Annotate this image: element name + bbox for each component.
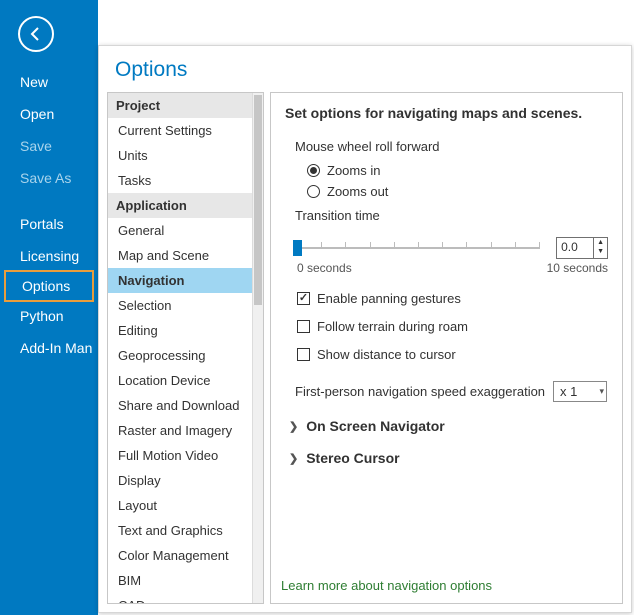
scrollbar-thumb[interactable] (254, 95, 262, 305)
checkbox-icon (297, 320, 310, 333)
tree-item-general[interactable]: General (108, 218, 252, 243)
tree-item-navigation[interactable]: Navigation (108, 268, 252, 293)
back-button[interactable] (18, 16, 54, 52)
nav-item-new[interactable]: New (0, 66, 98, 98)
tree-item-color-management[interactable]: Color Management (108, 543, 252, 568)
nav-item-save-as: Save As (0, 162, 98, 194)
nav-item-licensing[interactable]: Licensing (0, 240, 98, 272)
tree-item-raster-and-imagery[interactable]: Raster and Imagery (108, 418, 252, 443)
radio-zooms-out[interactable]: Zooms out (307, 184, 608, 199)
checkbox-label: Follow terrain during roam (317, 319, 468, 334)
nav-item-open[interactable]: Open (0, 98, 98, 130)
slider-thumb[interactable] (293, 240, 302, 256)
tree-item-text-and-graphics[interactable]: Text and Graphics (108, 518, 252, 543)
tree-item-bim[interactable]: BIM (108, 568, 252, 593)
fps-exaggeration-label: First-person navigation speed exaggerati… (295, 384, 545, 399)
expander-label: Stereo Cursor (306, 450, 399, 466)
radio-label: Zooms out (327, 184, 388, 199)
radio-icon (307, 164, 320, 177)
nav-item-python[interactable]: Python (0, 300, 98, 332)
slider-min-label: 0 seconds (297, 261, 352, 275)
chevron-right-icon: ❯ (289, 452, 298, 465)
numbox-value: 0.0 (557, 238, 593, 258)
content-heading: Set options for navigating maps and scen… (285, 105, 608, 121)
tree-item-cad[interactable]: CAD (108, 593, 252, 603)
slider-max-label: 10 seconds (547, 261, 608, 275)
category-tree: Project Current SettingsUnitsTasks Appli… (107, 92, 264, 604)
expander-stereo-cursor[interactable]: ❯ Stereo Cursor (289, 450, 608, 466)
tree-item-units[interactable]: Units (108, 143, 252, 168)
tree-item-selection[interactable]: Selection (108, 293, 252, 318)
checkbox-label: Show distance to cursor (317, 347, 456, 362)
tree-item-editing[interactable]: Editing (108, 318, 252, 343)
tree-item-share-and-download[interactable]: Share and Download (108, 393, 252, 418)
spin-down-icon[interactable]: ▼ (594, 247, 607, 256)
arrow-left-icon (27, 25, 45, 43)
expander-label: On Screen Navigator (306, 418, 445, 434)
transition-time-slider[interactable] (297, 238, 540, 258)
spin-up-icon[interactable]: ▲ (594, 238, 607, 247)
nav-item-options[interactable]: Options (4, 270, 94, 302)
tree-header-application: Application (108, 193, 252, 218)
chevron-down-icon: ▾ (594, 386, 605, 397)
mouse-wheel-label: Mouse wheel roll forward (295, 139, 608, 154)
tree-item-current-settings[interactable]: Current Settings (108, 118, 252, 143)
tree-header-project: Project (108, 93, 252, 118)
learn-more-link[interactable]: Learn more about navigation options (281, 578, 492, 593)
fps-exaggeration-combo[interactable]: x 1 ▾ (553, 381, 607, 402)
options-content-panel: Set options for navigating maps and scen… (270, 92, 623, 604)
nav-item-portals[interactable]: Portals (0, 208, 98, 240)
tree-item-full-motion-video[interactable]: Full Motion Video (108, 443, 252, 468)
transition-time-label: Transition time (295, 208, 608, 223)
dialog-title: Options (99, 46, 631, 92)
checkbox-label: Enable panning gestures (317, 291, 461, 306)
checkbox-show-distance[interactable]: Show distance to cursor (297, 347, 608, 362)
radio-zooms-in[interactable]: Zooms in (307, 163, 608, 178)
radio-icon (307, 185, 320, 198)
tree-item-location-device[interactable]: Location Device (108, 368, 252, 393)
options-dialog: Options Project Current SettingsUnitsTas… (98, 45, 632, 613)
radio-label: Zooms in (327, 163, 380, 178)
chevron-right-icon: ❯ (289, 420, 298, 433)
tree-scrollbar[interactable] (252, 93, 263, 603)
combo-value: x 1 (560, 384, 577, 399)
checkbox-follow-terrain[interactable]: Follow terrain during roam (297, 319, 608, 334)
transition-time-input[interactable]: 0.0 ▲ ▼ (556, 237, 608, 259)
nav-item-save: Save (0, 130, 98, 162)
tree-item-map-and-scene[interactable]: Map and Scene (108, 243, 252, 268)
tree-item-display[interactable]: Display (108, 468, 252, 493)
tree-item-geoprocessing[interactable]: Geoprocessing (108, 343, 252, 368)
tree-item-tasks[interactable]: Tasks (108, 168, 252, 193)
checkbox-enable-panning[interactable]: Enable panning gestures (297, 291, 608, 306)
nav-item-add-in-man[interactable]: Add-In Man (0, 332, 98, 364)
expander-on-screen-navigator[interactable]: ❯ On Screen Navigator (289, 418, 608, 434)
backstage-nav: NewOpenSaveSave As PortalsLicensingOptio… (0, 0, 98, 615)
checkbox-icon (297, 292, 310, 305)
checkbox-icon (297, 348, 310, 361)
tree-item-layout[interactable]: Layout (108, 493, 252, 518)
